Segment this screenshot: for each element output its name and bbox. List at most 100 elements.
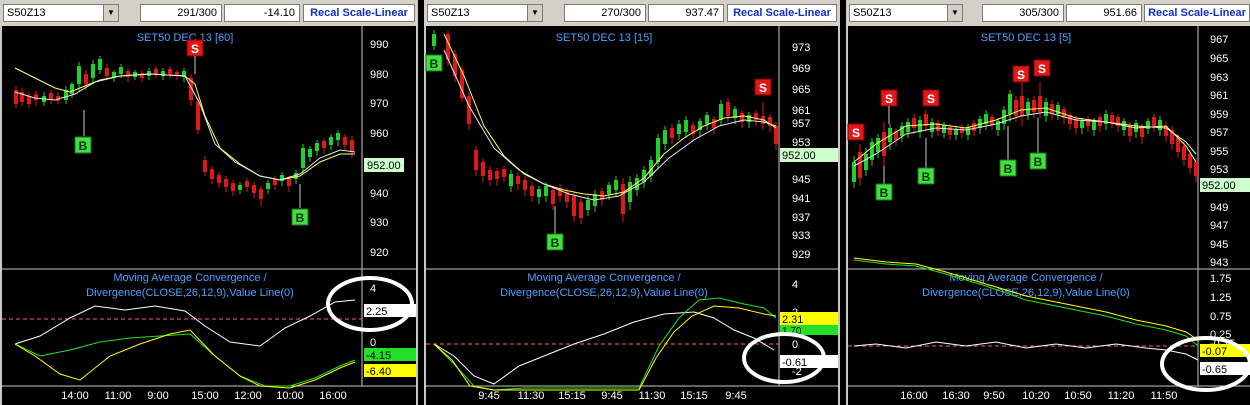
time-tick: 15:15: [680, 390, 708, 402]
recal-scale-button[interactable]: Recal Scale-Linear: [1144, 4, 1250, 22]
svg-text:S: S: [1017, 68, 1025, 82]
time-tick: 16:00: [900, 390, 928, 402]
price-tick: 945: [1210, 239, 1228, 251]
time-tick: 15:00: [191, 390, 219, 402]
symbol-select[interactable]: S50Z13 ▼: [849, 4, 963, 22]
symbol-select[interactable]: S50Z13 ▼: [427, 4, 543, 22]
price-tick: 960: [370, 128, 388, 140]
macd-value: 2.25: [366, 306, 387, 318]
time-tick: 10:00: [276, 390, 304, 402]
time-tick: 11:50: [1151, 390, 1178, 402]
price-tick: 969: [792, 63, 810, 75]
chart-area: SET50 DEC 13 [5] 967 965 963 961 959 957…: [846, 26, 1250, 405]
last-price-label: 952.00: [367, 160, 401, 172]
time-tick: 15:15: [558, 390, 586, 402]
macd-tick: 0: [792, 339, 798, 351]
price-tick: 920: [370, 247, 388, 259]
chevron-down-icon[interactable]: ▼: [103, 5, 118, 21]
price-tick: 957: [792, 118, 810, 130]
macd-value: 2.31: [782, 314, 803, 326]
chart-toolbar: S50Z13 ▼ 270/300 937.47 Recal Scale-Line…: [424, 0, 840, 27]
price-tick: 941: [792, 193, 810, 205]
price-tick: 965: [1210, 53, 1228, 65]
svg-text:S: S: [759, 81, 767, 95]
svg-text:B: B: [880, 186, 889, 200]
indicator-title: Divergence(CLOSE,26,12,9),Value Line(0): [922, 287, 1130, 299]
macd-tick: 4: [792, 279, 798, 291]
last-price-label: 952.00: [1202, 180, 1236, 192]
time-tick: 12:00: [234, 390, 262, 402]
chart-panel-60min: S50Z13 ▼ 291/300 -14.10 Recal Scale-Line…: [0, 0, 418, 405]
time-tick: 10:50: [1064, 390, 1092, 402]
macd-value: -0.65: [1202, 364, 1227, 376]
price-change-field: 937.47: [648, 4, 724, 22]
symbol-value: S50Z13: [853, 7, 892, 19]
svg-text:B: B: [1034, 155, 1043, 169]
macd-tick: 1.25: [1210, 292, 1231, 304]
price-tick: 990: [370, 39, 388, 51]
last-price-label: 952.00: [782, 150, 816, 162]
price-tick: 929: [792, 249, 810, 261]
macd-value: -0.07: [1202, 346, 1227, 358]
symbol-value: S50Z13: [431, 7, 470, 19]
price-change-field: -14.10: [224, 4, 300, 22]
sell-marker: S: [1033, 59, 1051, 77]
price-tick: 945: [792, 174, 810, 186]
svg-text:S: S: [191, 42, 199, 56]
buy-marker: B: [425, 54, 443, 72]
recal-scale-button[interactable]: Recal Scale-Linear: [727, 4, 837, 22]
price-tick: 967: [1210, 34, 1228, 46]
time-tick: 16:00: [319, 390, 347, 402]
symbol-value: S50Z13: [7, 7, 46, 19]
chart-area: SET50 DEC 13 [15] 973 969 965 961 957 95…: [424, 26, 840, 405]
price-tick: 961: [1210, 90, 1228, 102]
chart-title: SET50 DEC 13 [15]: [556, 32, 653, 44]
svg-text:B: B: [296, 211, 305, 225]
macd-tick: 0.75: [1210, 311, 1231, 323]
time-tick: 10:20: [1022, 390, 1050, 402]
sell-marker: S: [754, 78, 772, 96]
price-tick: 940: [370, 188, 388, 200]
svg-text:B: B: [430, 57, 439, 71]
macd-value: -4.15: [366, 350, 391, 362]
price-tick: 933: [792, 230, 810, 242]
chevron-down-icon[interactable]: ▼: [527, 5, 542, 21]
bar-count-field: 305/300: [982, 4, 1064, 22]
time-tick: 11:00: [105, 390, 132, 402]
price-tick: 959: [1210, 109, 1228, 121]
svg-text:B: B: [1004, 162, 1013, 176]
chart-toolbar: S50Z13 ▼ 291/300 -14.10 Recal Scale-Line…: [0, 0, 418, 27]
bar-count-field: 270/300: [564, 4, 646, 22]
symbol-select[interactable]: S50Z13 ▼: [3, 4, 119, 22]
price-tick: 965: [792, 84, 810, 96]
price-tick: 973: [792, 42, 810, 54]
chevron-down-icon[interactable]: ▼: [947, 5, 962, 21]
price-tick: 937: [792, 212, 810, 224]
macd-tick: 4: [370, 283, 376, 295]
time-tick: 11:20: [1108, 390, 1135, 402]
bar-count-field: 291/300: [140, 4, 222, 22]
time-tick: 9:45: [725, 390, 746, 402]
price-tick: 955: [1210, 146, 1228, 158]
svg-text:B: B: [551, 236, 560, 250]
price-tick: 957: [1210, 127, 1228, 139]
time-tick: 11:30: [639, 390, 666, 402]
price-tick: 963: [1210, 72, 1228, 84]
svg-text:S: S: [1038, 62, 1046, 76]
time-tick: 14:00: [61, 390, 89, 402]
sell-marker: S: [922, 89, 940, 107]
indicator-title: Divergence(CLOSE,26,12,9),Value Line(0): [86, 287, 294, 299]
svg-text:S: S: [852, 126, 860, 140]
time-tick: 16:30: [942, 390, 970, 402]
time-axis: 9:45 11:30 15:15 9:45 11:30 15:15 9:45: [478, 390, 746, 402]
indicator-title: Divergence(CLOSE,26,12,9),Value Line(0): [500, 287, 708, 299]
chart-title: SET50 DEC 13 [60]: [137, 32, 234, 44]
price-tick: 970: [370, 98, 388, 110]
sell-marker: S: [847, 123, 865, 141]
price-tick: 961: [792, 105, 810, 117]
chart-panel-15min: S50Z13 ▼ 270/300 937.47 Recal Scale-Line…: [424, 0, 840, 405]
time-tick: 11:30: [518, 390, 545, 402]
recal-scale-button[interactable]: Recal Scale-Linear: [303, 4, 415, 22]
chart-toolbar: S50Z13 ▼ 305/300 951.66 Recal Scale-Line…: [846, 0, 1250, 27]
svg-text:B: B: [922, 170, 931, 184]
